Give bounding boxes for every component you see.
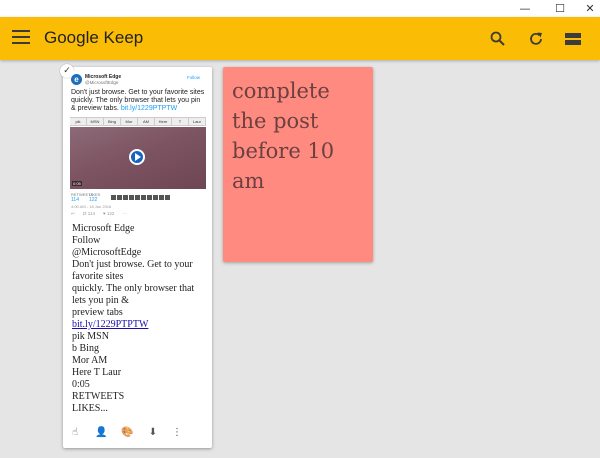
likes-stat: LIKES 122 [89, 192, 101, 203]
tweet-actions: ↩ ⇄ 114 ♥ 122 ··· [71, 211, 127, 217]
view-toggle-icon[interactable] [564, 30, 582, 48]
liker-avatars [111, 195, 171, 200]
tweet-follow-label: Follow [187, 75, 201, 80]
tweet-video: 0:05 [70, 127, 206, 189]
note-line: Microsoft Edge [72, 223, 135, 234]
note-line: lets you pin & [72, 295, 129, 306]
note-toolbar: ☝ 👤 🎨 ⬇ ⋮ [63, 425, 212, 443]
note-link[interactable]: bit.ly/1229PTPTW [72, 319, 208, 331]
app-header: Google Keep [0, 17, 600, 60]
tweet-tab: Laur [189, 118, 206, 125]
tweet-link: bit.ly/1229PTPTW [120, 105, 178, 112]
tweet-browser-tabs: pik MSN Bing Mor AM Here T Laur [70, 117, 206, 126]
more-icon[interactable]: ⋮ [171, 427, 183, 439]
note-line: b Bing [72, 343, 99, 354]
collaborator-icon[interactable]: 👤 [95, 427, 107, 439]
close-button[interactable]: ✕ [575, 0, 600, 17]
more-dots-icon: ··· [122, 211, 127, 216]
tweet-tab: AM [138, 118, 155, 125]
tweet-image: e Microsoft Edge @MicrosoftEdge Follow D… [70, 71, 206, 219]
app-title: Google Keep [44, 28, 144, 47]
note-text: complete the post before 10 am [232, 79, 335, 193]
color-palette-icon[interactable]: 🎨 [121, 427, 133, 439]
tweet-tab: Mor [121, 118, 138, 125]
note-line: Mor AM [72, 355, 108, 366]
note-line: Here T Laur [72, 367, 122, 378]
note-line: Don't just browse. Get to your [72, 259, 193, 270]
refresh-icon[interactable] [527, 30, 545, 48]
video-time: 0:05 [72, 181, 82, 186]
note-line: RETWEETS [72, 391, 125, 402]
tweet-author-handle: @MicrosoftEdge [85, 80, 119, 85]
tweet-tab: Here [155, 118, 172, 125]
note-line: LIKES... [72, 403, 108, 414]
note-line: Follow [72, 235, 101, 246]
note-line: preview tabs [72, 307, 123, 318]
tweet-stats: RETWEETS 114 LIKES 122 [71, 192, 205, 203]
search-icon[interactable] [489, 30, 507, 48]
tweet-tab: pik [70, 118, 87, 125]
reply-icon: ↩ [71, 211, 75, 216]
tweet-date: 4:00 AM - 16 Jun 2016 [71, 204, 112, 209]
retweet-icon: ⇄ 114 [82, 211, 95, 216]
tweet-tab: T [172, 118, 189, 125]
tweet-tab: Bing [104, 118, 121, 125]
maximize-button[interactable]: ☐ [545, 0, 575, 17]
play-icon [129, 149, 145, 165]
window-titlebar: — ☐ ✕ [0, 0, 600, 17]
archive-icon[interactable]: ⬇ [147, 427, 159, 439]
note-line: pik MSN [72, 331, 109, 342]
menu-icon[interactable] [12, 30, 30, 46]
tweet-text: Don't just browse. Get to your favorite … [71, 89, 205, 112]
note-line: favorite sites [72, 271, 124, 282]
note-card[interactable]: ✓ e Microsoft Edge @MicrosoftEdge Follow… [60, 64, 212, 448]
reminder-icon[interactable]: ☝ [69, 427, 81, 439]
note-card-red[interactable]: complete the post before 10 am [223, 67, 373, 262]
minimize-button[interactable]: — [510, 0, 540, 17]
note-line: 0:05 [72, 379, 90, 390]
like-icon: ♥ 122 [102, 211, 115, 216]
note-line: quickly. The only browser that [72, 283, 195, 294]
note-line: @MicrosoftEdge [72, 247, 142, 258]
tweet-tab: MSN [87, 118, 104, 125]
note-body: Microsoft Edge Follow @MicrosoftEdge Don… [72, 223, 208, 415]
edge-logo-icon: e [71, 74, 82, 85]
